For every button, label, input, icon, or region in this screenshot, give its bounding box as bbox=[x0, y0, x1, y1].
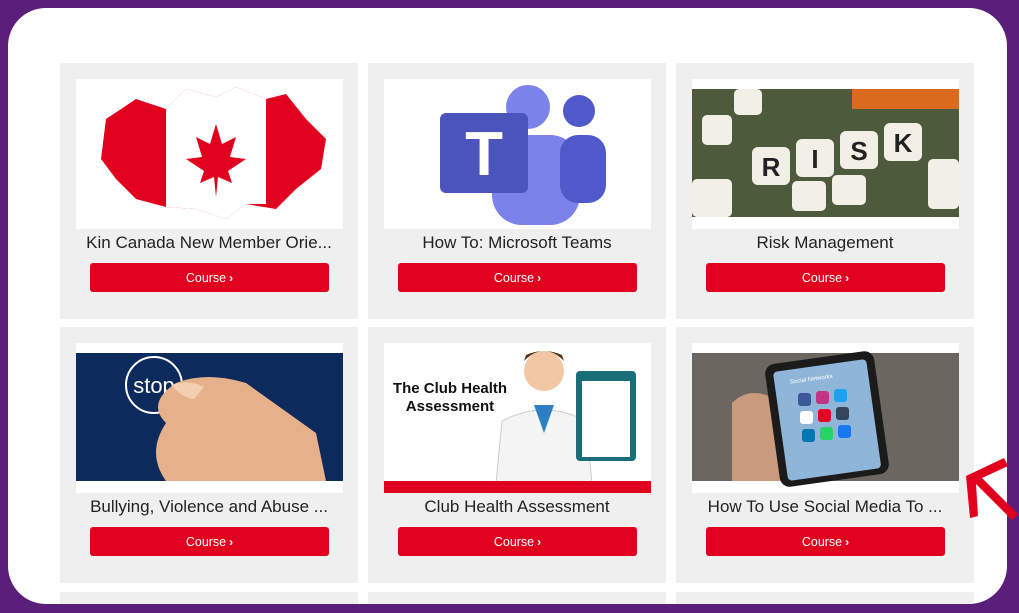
course-button-label: Course bbox=[801, 270, 843, 285]
course-grid-panel: Kin Canada New Member Orie... Course › T … bbox=[8, 8, 1007, 604]
risk-dice-image: R I S K bbox=[692, 79, 959, 229]
course-title: How To Use Social Media To ... bbox=[707, 497, 943, 516]
course-title: Club Health Assessment bbox=[424, 497, 610, 516]
course-button-label: Course bbox=[493, 270, 535, 285]
course-title: Risk Management bbox=[756, 233, 894, 252]
microsoft-teams-logo-image: T bbox=[384, 79, 651, 229]
teams-letter: T bbox=[465, 120, 503, 189]
chevron-right-icon: › bbox=[537, 270, 542, 285]
course-title: Bullying, Violence and Abuse ... bbox=[90, 497, 328, 516]
course-button-label: Course bbox=[185, 270, 227, 285]
course-button[interactable]: Course › bbox=[398, 263, 637, 292]
next-row-card bbox=[676, 592, 974, 604]
course-button-label: Course bbox=[185, 534, 227, 549]
social-media-phone-image: Social Networks bbox=[692, 343, 959, 493]
course-button[interactable]: Course › bbox=[706, 263, 945, 292]
chevron-right-icon: › bbox=[229, 270, 234, 285]
course-button[interactable]: Course › bbox=[706, 527, 945, 556]
course-button[interactable]: Course › bbox=[90, 263, 329, 292]
chevron-right-icon: › bbox=[845, 534, 850, 549]
course-title: How To: Microsoft Teams bbox=[422, 233, 612, 252]
chevron-right-icon: › bbox=[845, 270, 850, 285]
course-card-risk-management: R I S K Risk Management Course › bbox=[676, 63, 974, 319]
course-title: Kin Canada New Member Orie... bbox=[86, 233, 332, 252]
dice-letter: R bbox=[762, 152, 781, 182]
next-row-card bbox=[60, 592, 358, 604]
red-arrow-annotation-icon bbox=[966, 458, 1018, 520]
course-button-label: Course bbox=[493, 534, 535, 549]
canada-map-flag-image bbox=[76, 79, 343, 229]
course-card-social-media: Social Networks How To Use Social Media … bbox=[676, 327, 974, 583]
club-health-heading-line1: The Club Health bbox=[393, 380, 507, 397]
stop-finger-image: stop bbox=[76, 343, 343, 493]
chevron-right-icon: › bbox=[537, 534, 542, 549]
course-button-label: Course bbox=[801, 534, 843, 549]
club-health-heading-line2: Assessment bbox=[406, 398, 494, 415]
course-card-microsoft-teams: T How To: Microsoft Teams Course › bbox=[368, 63, 666, 319]
chevron-right-icon: › bbox=[229, 534, 234, 549]
course-button[interactable]: Course › bbox=[398, 527, 637, 556]
dice-letter: I bbox=[811, 144, 818, 174]
course-card-new-member: Kin Canada New Member Orie... Course › bbox=[60, 63, 358, 319]
course-card-club-health: The Club Health Assessment Club Health A… bbox=[368, 327, 666, 583]
course-button[interactable]: Course › bbox=[90, 527, 329, 556]
dice-letter: S bbox=[850, 136, 867, 166]
course-card-bullying: stop Bullying, Violence and Abuse ... Co… bbox=[60, 327, 358, 583]
doctor-clipboard-image: The Club Health Assessment bbox=[384, 343, 651, 493]
dice-letter: K bbox=[894, 128, 913, 158]
next-row-card bbox=[368, 592, 666, 604]
